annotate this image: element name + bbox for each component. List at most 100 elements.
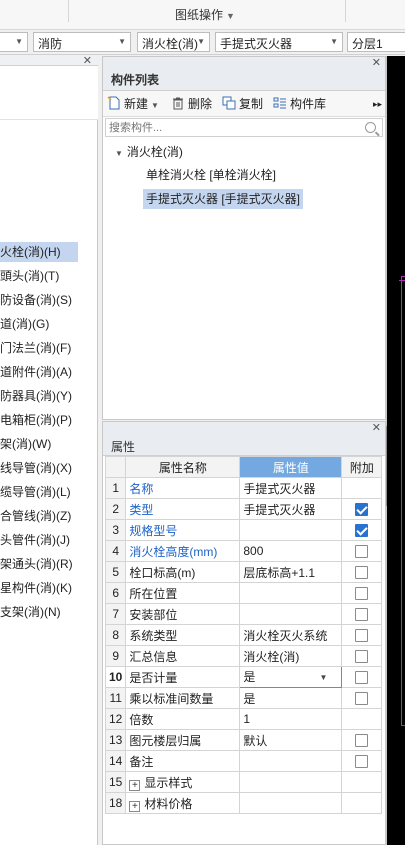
property-value[interactable] <box>239 603 343 625</box>
property-value-header[interactable]: 属性值 <box>239 456 343 478</box>
toolbar-overflow-icon[interactable]: ▸▸ <box>373 95 382 113</box>
property-name[interactable]: + 材料价格 <box>125 792 241 814</box>
left-list-item[interactable]: 门法兰(消)(F) <box>0 338 71 358</box>
attach-checkbox[interactable] <box>355 671 369 685</box>
property-row[interactable]: 9 汇总信息 消火栓(消) <box>104 645 383 667</box>
tree-root-node[interactable]: ▼ 消火栓(消) <box>115 142 183 162</box>
new-button[interactable]: 新建 ▼ <box>107 95 159 113</box>
attach-checkbox[interactable] <box>355 650 369 664</box>
property-row[interactable]: 10 是否计量是 ▼ <box>104 666 383 688</box>
property-value-text: 消火栓(消) <box>243 649 300 664</box>
left-list-item[interactable]: 防器具(消)(Y) <box>0 386 72 406</box>
left-list-item[interactable]: 架(消)(W) <box>0 434 51 454</box>
property-value[interactable] <box>239 750 343 772</box>
close-icon[interactable]: ✕ <box>372 56 381 69</box>
partial-combo[interactable]: ▼ <box>0 32 28 52</box>
left-list-item[interactable]: 头管件(消)(J) <box>0 530 70 550</box>
drawing-canvas[interactable] <box>387 56 405 845</box>
property-value[interactable]: 是 <box>239 687 343 709</box>
attach-checkbox[interactable] <box>355 734 369 748</box>
property-value[interactable]: 1 <box>239 708 343 730</box>
floor-select-value: 分层1 <box>352 37 383 51</box>
attach-checkbox[interactable] <box>355 566 369 580</box>
property-value[interactable]: 手提式灭火器 <box>239 498 343 520</box>
copy-button-label: 复制 <box>239 97 264 111</box>
property-row[interactable]: 3 规格型号 <box>104 519 383 541</box>
property-value[interactable]: 是 ▼ <box>239 666 343 688</box>
delete-button[interactable]: 删除 <box>171 95 212 113</box>
attach-checkbox[interactable] <box>355 503 369 517</box>
left-list-item[interactable]: 星构件(消)(K) <box>0 578 72 598</box>
component-library-button[interactable]: 构件库 <box>273 95 326 113</box>
property-row[interactable]: 8 系统类型 消火栓灭火系统 <box>104 624 383 646</box>
property-value[interactable] <box>239 771 343 793</box>
property-row[interactable]: 7 安装部位 <box>104 603 383 625</box>
category-select[interactable]: 消火栓(消) ▼ <box>137 32 210 52</box>
tree-child-node[interactable]: 手提式灭火器 [手提式灭火器] <box>143 189 304 209</box>
left-list-item[interactable]: 架通头(消)(R) <box>0 554 73 574</box>
property-row[interactable]: 6 所在位置 <box>104 582 383 604</box>
attach-checkbox[interactable] <box>355 608 369 622</box>
attach-checkbox[interactable] <box>355 587 369 601</box>
copy-button[interactable]: 复制 <box>222 95 263 113</box>
property-value[interactable]: 层底标高+1.1 <box>239 561 343 583</box>
attach-checkbox[interactable] <box>355 524 369 538</box>
left-list-item[interactable]: 火栓(消)(H) <box>0 242 78 262</box>
search-icon[interactable] <box>365 122 376 133</box>
left-list-item[interactable]: 支架(消)(N) <box>0 602 61 622</box>
drawing-ops-group[interactable]: 图纸操作 ▼ <box>175 6 235 23</box>
property-row[interactable]: 12 倍数 1 <box>104 708 383 730</box>
property-name-header[interactable]: 属性名称 <box>125 456 241 478</box>
row-number: 4 <box>104 540 127 562</box>
property-row[interactable]: 5 栓口标高(m) 层底标高+1.1 <box>104 561 383 583</box>
component-select[interactable]: 手提式灭火器 ▼ <box>215 32 343 52</box>
left-list-item[interactable]: 电箱柜(消)(P) <box>0 410 72 430</box>
left-list-item[interactable]: 道(消)(G) <box>0 314 49 334</box>
row-number: 8 <box>104 624 127 646</box>
collapse-arrow-icon[interactable]: ▼ <box>115 149 123 158</box>
property-row[interactable]: 2 类型 手提式灭火器 <box>104 498 383 520</box>
properties-header: 属性 ✕ <box>103 422 385 456</box>
left-list-item[interactable]: 頭头(消)(T) <box>0 266 59 286</box>
component-search-input[interactable] <box>106 119 356 136</box>
attach-checkbox[interactable] <box>355 545 369 559</box>
copy-icon <box>222 96 236 110</box>
property-value[interactable]: 手提式灭火器 <box>239 477 343 499</box>
close-icon[interactable]: ✕ <box>372 421 381 434</box>
property-value[interactable] <box>239 582 343 604</box>
floor-select[interactable]: 分层1 <box>347 32 405 52</box>
property-value-text: 手提式灭火器 <box>243 502 316 517</box>
left-list-item[interactable]: 缆导管(消)(L) <box>0 482 71 502</box>
left-list-item[interactable]: 合管线(消)(Z) <box>0 506 71 526</box>
property-row[interactable]: 18 + 材料价格 <box>104 792 383 814</box>
component-library-label: 构件库 <box>290 97 327 111</box>
library-icon <box>273 97 286 109</box>
property-row[interactable]: 1 名称 手提式灭火器 <box>104 477 383 499</box>
chevron-down-icon[interactable]: ▼ <box>319 668 327 687</box>
property-row[interactable]: 4 消火栓高度(mm) 800 <box>104 540 383 562</box>
attach-checkbox[interactable] <box>355 629 369 643</box>
property-value-dropdown[interactable]: 是 ▼ <box>240 668 341 687</box>
property-row[interactable]: 13 图元楼层归属 默认 <box>104 729 383 751</box>
attach-header[interactable]: 附加 <box>341 456 383 478</box>
tree-child-node[interactable]: 单栓消火栓 [单栓消火栓] <box>146 165 276 185</box>
property-value[interactable]: 消火栓灭火系统 <box>239 624 343 646</box>
attach-checkbox[interactable] <box>355 692 369 706</box>
row-number: 10 <box>104 666 127 688</box>
property-value[interactable] <box>239 519 343 541</box>
attach-checkbox[interactable] <box>355 755 369 769</box>
property-value[interactable]: 默认 <box>239 729 343 751</box>
expand-icon[interactable]: + <box>129 779 141 791</box>
property-value[interactable] <box>239 792 343 814</box>
property-row[interactable]: 11 乘以标准间数量 是 <box>104 687 383 709</box>
expand-icon[interactable]: + <box>129 800 141 812</box>
property-name[interactable]: + 显示样式 <box>125 771 241 793</box>
left-list-item[interactable]: 道附件(消)(A) <box>0 362 72 382</box>
property-value[interactable]: 800 <box>239 540 343 562</box>
left-list-item[interactable]: 线导管(消)(X) <box>0 458 72 478</box>
system-select[interactable]: 消防 ▼ <box>33 32 131 52</box>
left-list-item[interactable]: 防设备(消)(S) <box>0 290 72 310</box>
property-row[interactable]: 15 + 显示样式 <box>104 771 383 793</box>
property-value[interactable]: 消火栓(消) <box>239 645 343 667</box>
property-row[interactable]: 14 备注 <box>104 750 383 772</box>
